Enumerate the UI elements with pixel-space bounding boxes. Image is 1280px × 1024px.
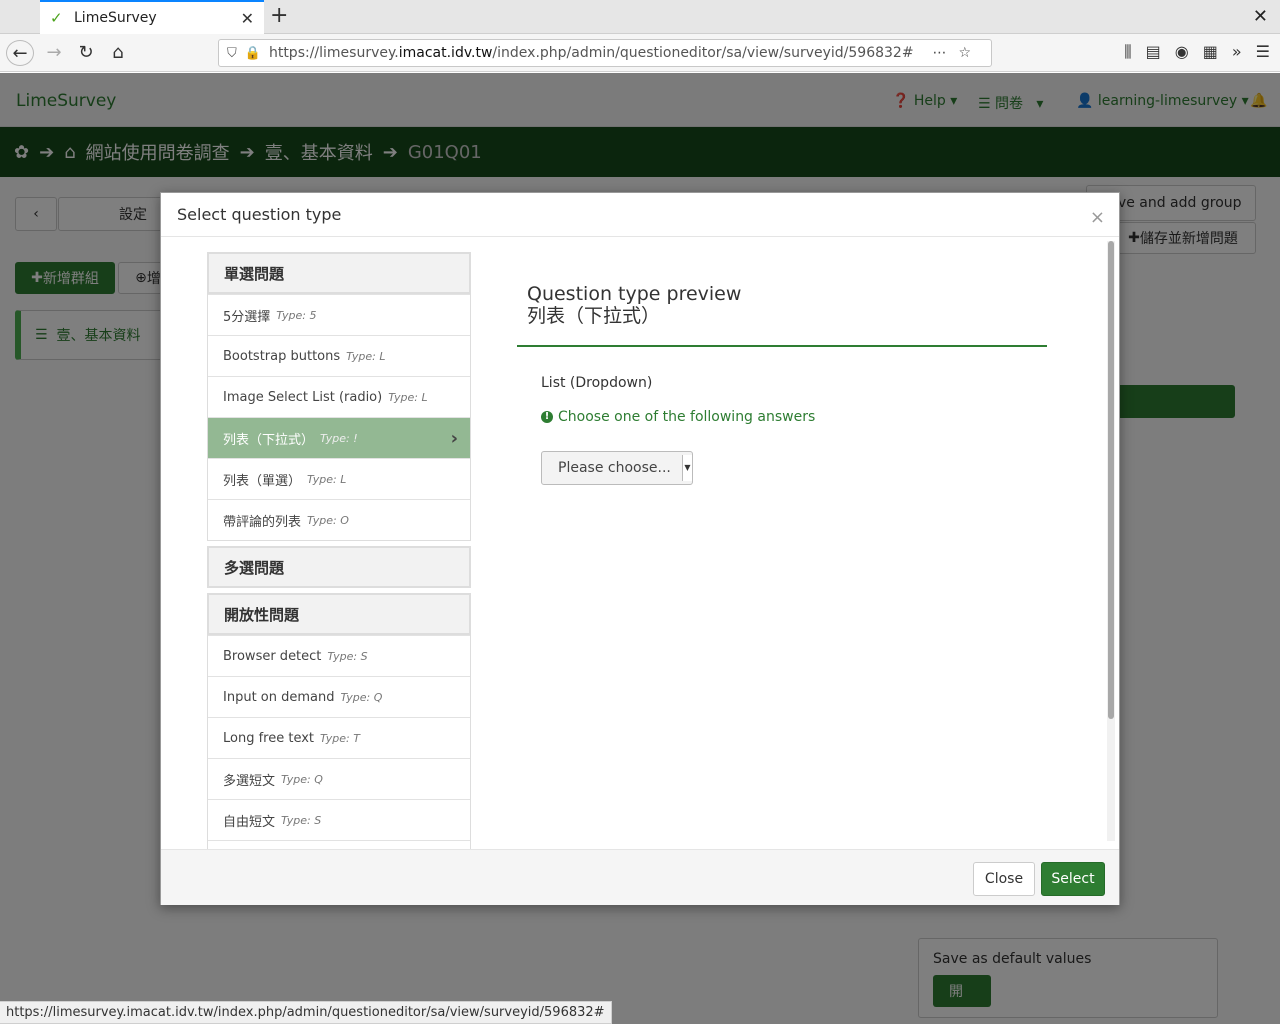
browser-tab-bar: ✓ LimeSurvey ✕ + ✕ [0, 0, 1280, 34]
modal-header: Select question type [161, 193, 1119, 237]
caret-down-icon: ▼ [682, 455, 692, 481]
list-item[interactable]: Long free text Type: T [208, 717, 470, 758]
url-text: https://limesurvey.imacat.idv.tw/index.p… [268, 45, 914, 61]
page-actions-icon[interactable]: ⋯☆ [932, 45, 983, 61]
browser-toolbar-icons: ⫼ ▤ ◉ ▦ » ☰ [1124, 42, 1270, 62]
sidebar-icon[interactable]: ▤ [1146, 42, 1161, 62]
home-icon[interactable]: ⌂ [104, 40, 132, 66]
preview-dropdown[interactable]: Please choose... ▼ [541, 451, 693, 485]
modal-scrollbar[interactable] [1107, 241, 1115, 841]
list-item[interactable]: 自由短文 Type: S [208, 799, 470, 840]
list-item[interactable]: Bootstrap buttons Type: L [208, 335, 470, 376]
menu-icon[interactable]: ☰ [1256, 42, 1270, 62]
close-button[interactable]: Close [973, 862, 1035, 896]
group-multiple-choice[interactable]: 多選問題 [207, 546, 471, 588]
back-icon[interactable]: ← [6, 40, 34, 66]
window-close-icon[interactable]: ✕ [1253, 6, 1268, 27]
list-item[interactable]: Input on demand Type: Q [208, 676, 470, 717]
preview-help-text: ! Choose one of the following answers [517, 409, 1047, 425]
url-bar[interactable]: ⛉ 🔒 https://limesurvey.imacat.idv.tw/ind… [218, 39, 992, 67]
account-icon[interactable]: ◉ [1175, 42, 1189, 62]
shield-icon: ⛉ [227, 45, 237, 61]
lock-icon: 🔒 [244, 45, 261, 61]
list-item[interactable]: 帶評論的列表 Type: O [208, 499, 470, 540]
open-text-items: Browser detect Type: S Input on demand Typ… [207, 635, 471, 849]
list-item[interactable]: Image Select List (radio) Type: L [208, 376, 470, 417]
modal-title: Select question type [177, 205, 342, 224]
reload-icon[interactable]: ↻ [72, 40, 100, 66]
question-type-list: 單選問題 5分選擇 Type: 5 Bootstrap buttons Type: … [207, 252, 471, 849]
forward-icon[interactable]: → [40, 40, 68, 66]
chevron-right-icon: › [450, 427, 458, 449]
list-item[interactable]: 多選短文 Type: Q [208, 758, 470, 799]
list-item[interactable]: 列表（單選） Type: L [208, 458, 470, 499]
modal-body: 單選問題 5分選擇 Type: 5 Bootstrap buttons Type: … [161, 237, 1119, 849]
group-single-choice[interactable]: 單選問題 [207, 252, 471, 294]
overflow-icon[interactable]: » [1232, 42, 1242, 62]
tab-close-icon[interactable]: ✕ [241, 9, 254, 28]
new-tab-icon[interactable]: + [270, 4, 288, 28]
preview-heading: Question type preview 列表（下拉式） [527, 283, 742, 327]
select-button[interactable]: Select [1041, 862, 1105, 896]
info-icon: ! [541, 411, 553, 423]
list-item[interactable]: Browser detect Type: S [208, 635, 470, 676]
modal-close-icon[interactable]: × [1090, 207, 1105, 228]
browser-status-bar: https://limesurvey.imacat.idv.tw/index.p… [0, 1001, 612, 1024]
tab-title: LimeSurvey [74, 10, 157, 26]
modal-footer: Close Select [161, 849, 1119, 905]
browser-nav-bar: ← → ↻ ⌂ ⛉ 🔒 https://limesurvey.imacat.id… [0, 34, 1280, 72]
browser-tab[interactable]: ✓ LimeSurvey ✕ [40, 0, 264, 34]
list-item[interactable] [208, 840, 470, 849]
preview-divider [517, 345, 1047, 347]
select-question-type-modal: Select question type × 單選問題 5分選擇 Type: 5 … [160, 192, 1120, 905]
extensions-icon[interactable]: ▦ [1203, 42, 1218, 62]
limesurvey-favicon-icon: ✓ [50, 9, 63, 27]
list-item-selected[interactable]: 列表（下拉式） Type: ! › [208, 417, 470, 458]
library-icon[interactable]: ⫼ [1124, 42, 1131, 62]
scrollbar-thumb[interactable] [1108, 241, 1114, 719]
question-preview: Question type preview 列表（下拉式） List (Drop… [517, 283, 1047, 485]
group-open-text[interactable]: 開放性問題 [207, 593, 471, 635]
single-choice-items: 5分選擇 Type: 5 Bootstrap buttons Type: L Ima… [207, 294, 471, 541]
preview-question-text: List (Dropdown) [541, 375, 653, 391]
list-item[interactable]: 5分選擇 Type: 5 [208, 294, 470, 335]
